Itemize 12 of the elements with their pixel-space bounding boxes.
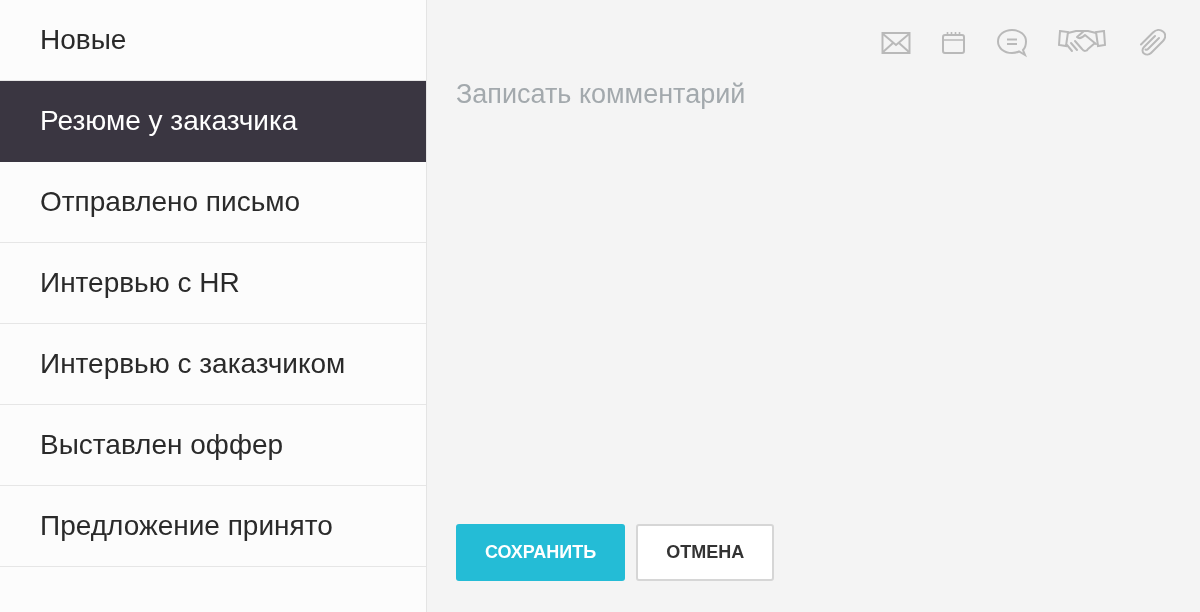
comment-field[interactable]: Записать комментарий bbox=[456, 74, 1166, 498]
sidebar-item[interactable]: Интервью с HR bbox=[0, 243, 426, 324]
sidebar-item[interactable]: Интервью с заказчиком bbox=[0, 324, 426, 405]
sidebar-item[interactable]: Предложение принято bbox=[0, 486, 426, 567]
calendar-icon[interactable] bbox=[941, 31, 966, 55]
chat-bubble-icon[interactable] bbox=[996, 28, 1028, 58]
comment-panel[interactable]: Записать комментарий СОХРАНИТЬ ОТМЕНА bbox=[427, 0, 1200, 612]
sidebar-item[interactable]: Выставлен оффер bbox=[0, 405, 426, 486]
sidebar-item[interactable]: Резюме у заказчика bbox=[0, 81, 426, 162]
cancel-button[interactable]: ОТМЕНА bbox=[636, 524, 775, 581]
mail-icon[interactable] bbox=[881, 31, 911, 55]
sidebar-item[interactable]: Отправлено письмо bbox=[0, 162, 426, 243]
